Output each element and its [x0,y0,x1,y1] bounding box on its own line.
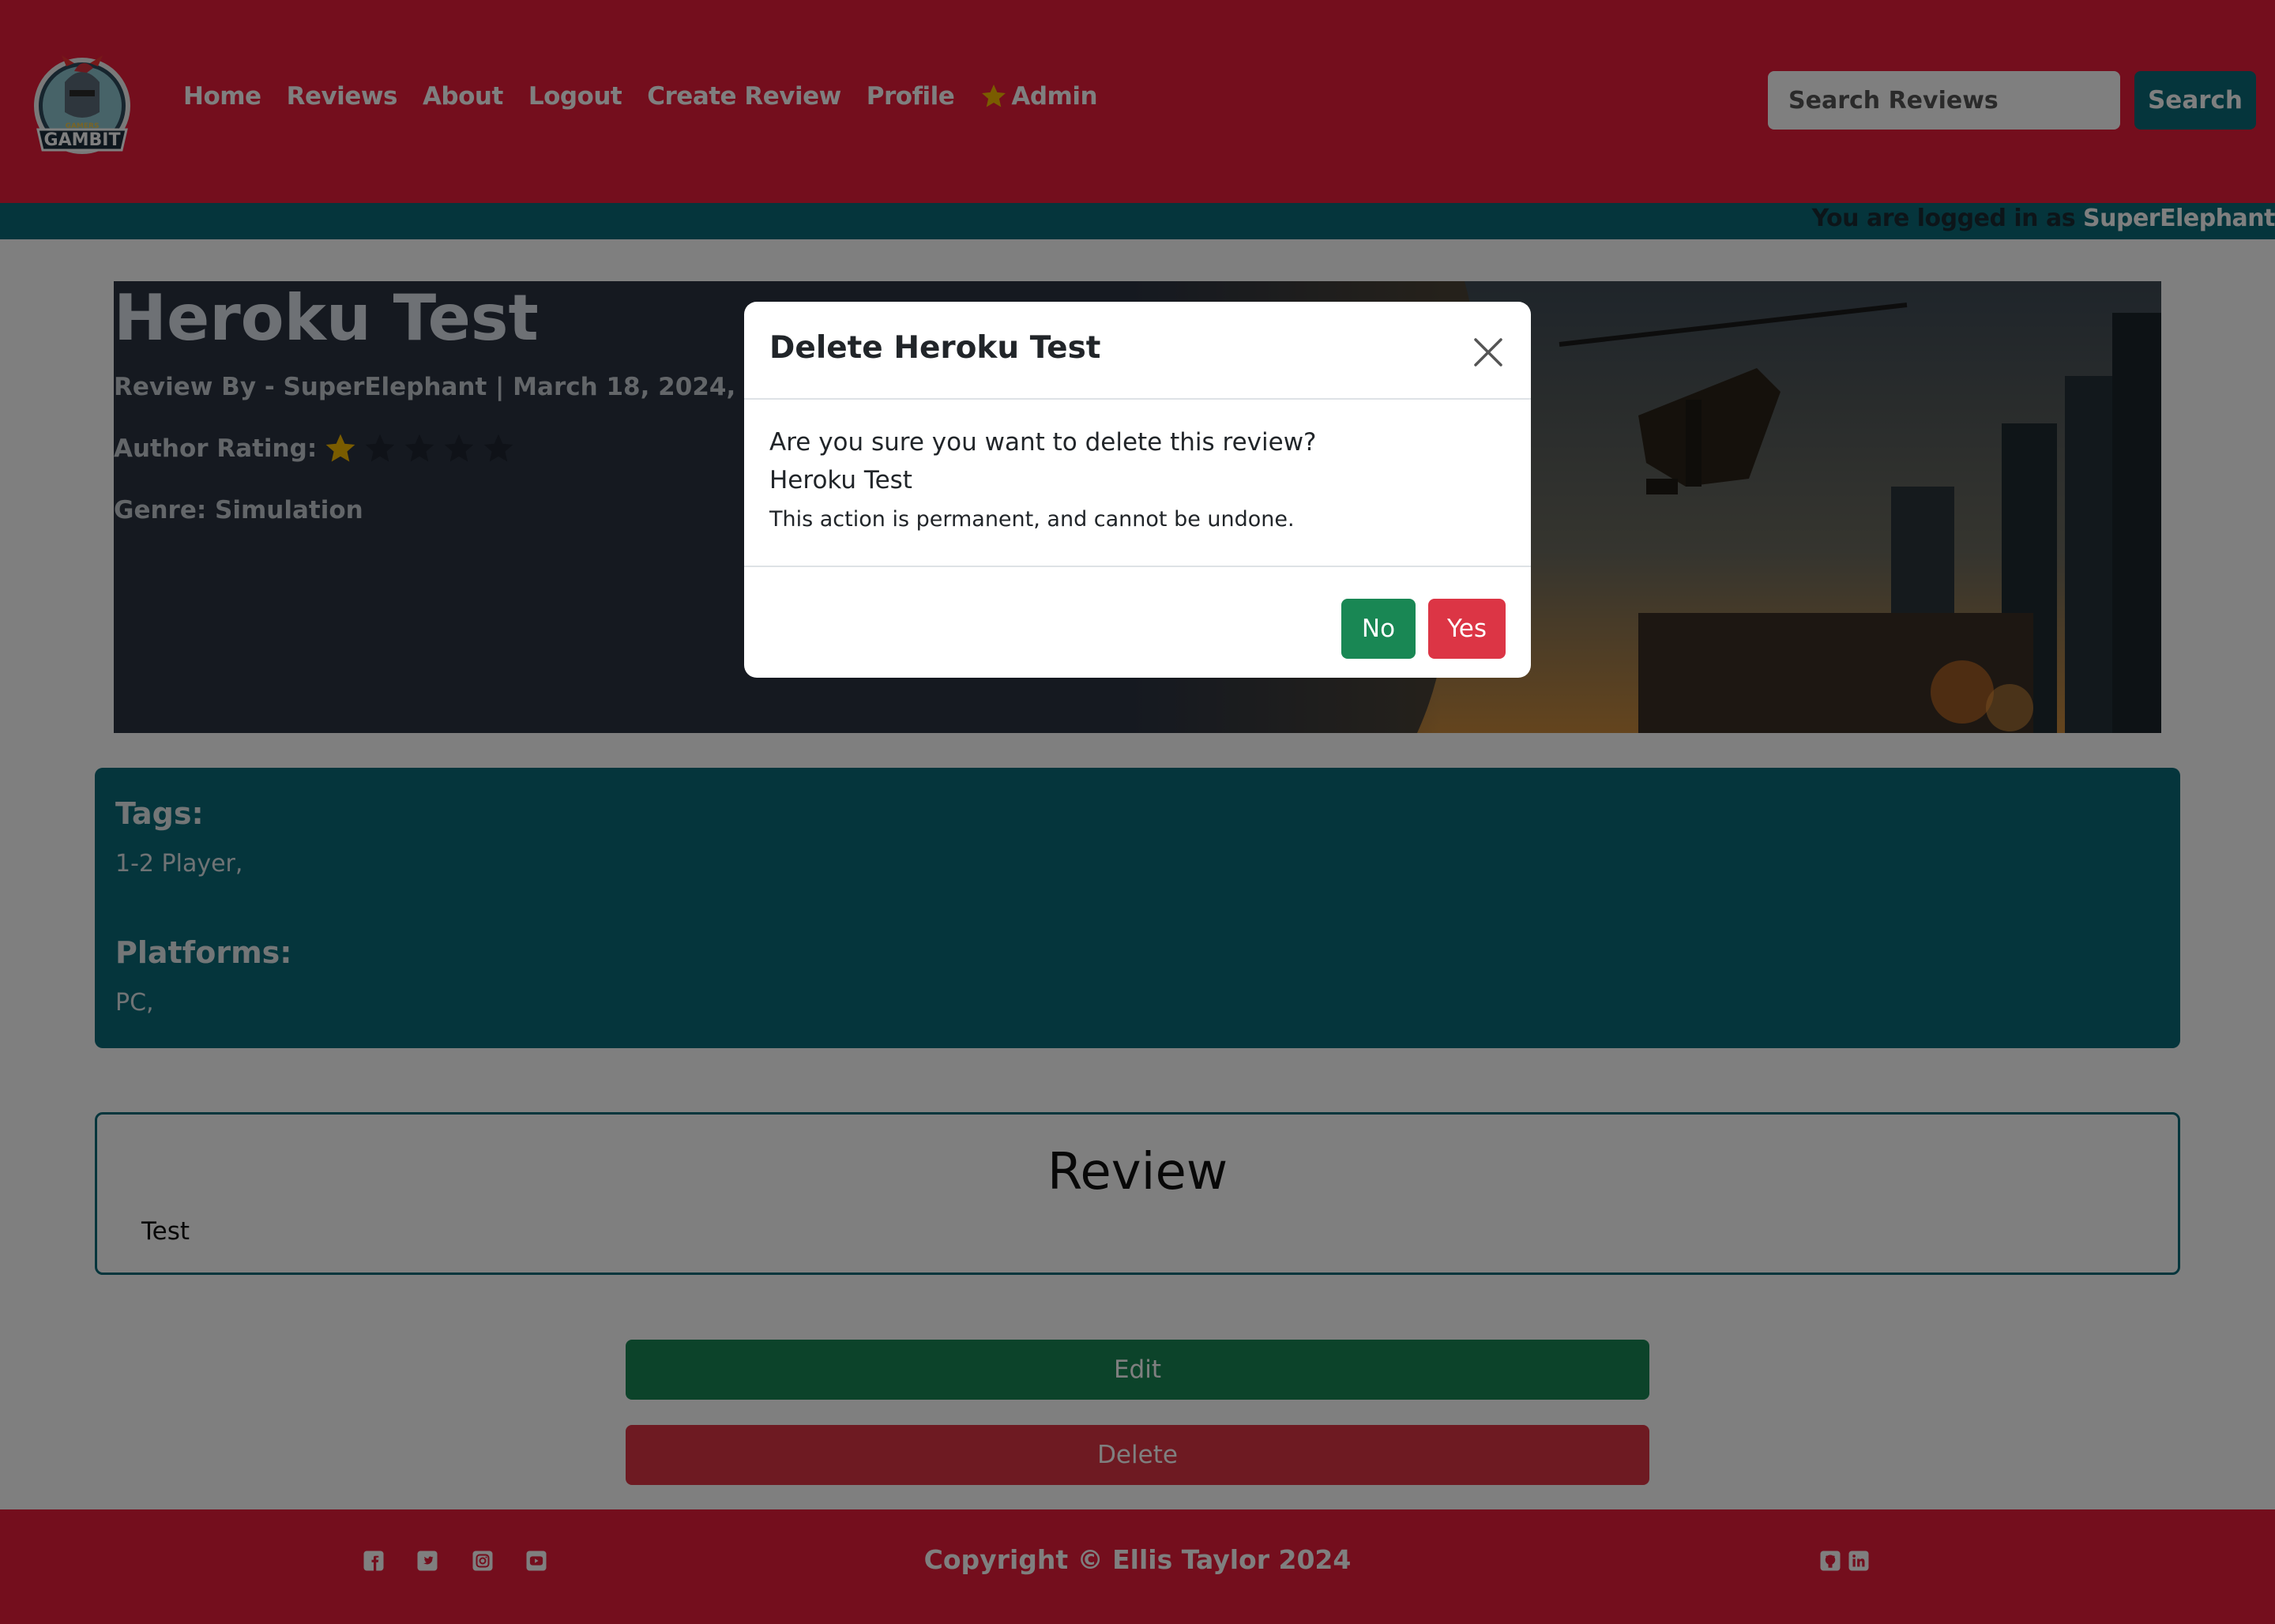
delete-confirm-modal: Delete Heroku Test Are you sure you want… [744,302,1531,678]
yes-button[interactable]: Yes [1428,599,1506,659]
no-button[interactable]: No [1341,599,1416,659]
modal-backdrop[interactable] [0,0,2275,1624]
modal-title: Delete Heroku Test [769,330,1101,366]
modal-body: Are you sure you want to delete this rev… [769,428,1317,532]
modal-question: Are you sure you want to delete this rev… [769,428,1317,457]
modal-footer: No Yes [744,566,1531,678]
modal-warning: This action is permanent, and cannot be … [769,507,1295,532]
modal-review-name: Heroku Test [769,466,912,494]
modal-header: Delete Heroku Test [744,302,1531,400]
close-icon[interactable] [1471,335,1506,370]
